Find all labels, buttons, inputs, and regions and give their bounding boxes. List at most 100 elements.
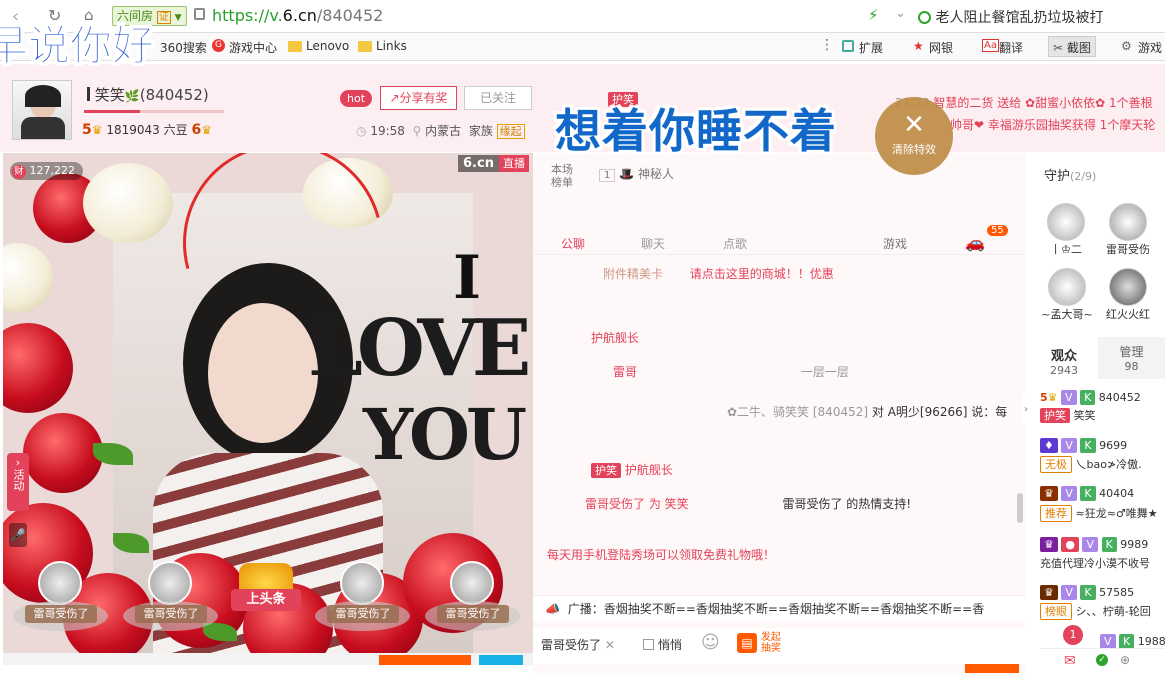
list-item[interactable]: 无极 乀bao≯冷傲. — [1040, 456, 1142, 476]
toolbar-screenshot[interactable]: ✂ 截图 — [1048, 36, 1096, 57]
collapse-arrow-icon[interactable]: › — [1022, 395, 1030, 425]
bookmarks-bar: 360搜索 G 游戏中心 Lenovo Links ⋮ 扩展 ★ 网银 Aa 翻… — [0, 33, 1165, 61]
family-label: 家族 — [468, 124, 493, 138]
leaf-icon: 🌿 — [124, 89, 140, 103]
bottom-toolbar — [3, 653, 533, 665]
streamer-name: 笑笑 — [94, 86, 125, 104]
bank-icon: ★ — [913, 39, 924, 53]
headline-button[interactable]: 上头条 — [231, 563, 301, 621]
list-item[interactable]: ♦ V K 9699 — [1040, 438, 1127, 458]
accelerate-icon[interactable]: ⚡ — [868, 6, 879, 24]
news-item-2[interactable]: 帅哥❤ 幸福游乐园抽奖获得 1个摩天轮 — [950, 118, 1155, 132]
list-item[interactable]: 榜眼 シ、、柠萌-轮回 — [1040, 603, 1151, 623]
send-button[interactable] — [965, 664, 1019, 673]
chevron-down-icon: ▼ — [174, 13, 182, 23]
search-icon — [918, 11, 931, 24]
list-item[interactable]: 推荐 ≈狂龙≈♂唯舞★ — [1040, 505, 1158, 525]
bookmark-360-search[interactable]: 360搜索 — [160, 39, 207, 56]
chat-scrollbar[interactable] — [1017, 493, 1023, 523]
list-item[interactable]: ♛ V K 40404 — [1040, 486, 1134, 506]
seat-2[interactable]: 雷哥受伤了 — [123, 561, 218, 631]
tab-chat[interactable]: 聊天 — [641, 235, 665, 252]
tab-song[interactable]: 点歌 — [723, 235, 747, 252]
mystery-user[interactable]: 1 🎩 神秘人 — [599, 165, 674, 182]
toolbar-translate[interactable]: 翻译 — [999, 39, 1023, 56]
chat-message: 雷哥 一层一层 — [613, 365, 849, 379]
wealth-value: 127,222 — [29, 164, 76, 177]
whisper-toggle[interactable]: 悄悄 — [643, 636, 682, 653]
guard-header: 守护(2/9) — [1044, 169, 1097, 184]
close-icon: ✕ — [903, 110, 925, 140]
chat-input-toolbar: 雷哥受伤了 ✕ 悄悄 ☺ ▤ 发起抽奖 — [533, 628, 1025, 664]
location-icon: ⚲ — [412, 124, 422, 138]
bookmark-lenovo[interactable]: Lenovo — [306, 39, 349, 53]
crown-icon: ♛ — [91, 123, 103, 137]
news-item-1[interactable]: 智慧的二货 送给 ✿甜蜜小依依✿ 1个善根 — [933, 96, 1152, 110]
url-input[interactable]: https://v.6.cn/840452 — [212, 6, 383, 26]
share-button[interactable]: ↗分享有奖 — [380, 86, 457, 110]
hat-icon: 🎩 — [619, 167, 635, 181]
microphone-icon[interactable]: 🎤 — [9, 523, 27, 547]
hot-badge: hot — [340, 90, 373, 107]
guard-item[interactable]: 红火火红 — [1100, 268, 1156, 322]
extensions-icon — [842, 40, 854, 52]
rank-tab[interactable]: 本场 榜单 — [551, 163, 573, 189]
activity-tab[interactable]: › 活动 — [7, 453, 29, 511]
chat-system-message: 每天用手机登陆秀场可以领取免费礼物哦！ — [547, 548, 776, 562]
tab-game[interactable]: 游戏 — [883, 235, 907, 252]
toolbar-extensions[interactable]: 扩展 — [859, 39, 883, 56]
checkbox[interactable] — [643, 639, 654, 650]
level-badge: 5 — [82, 122, 92, 138]
site-logo: 6.cn 直播 — [458, 155, 529, 175]
seat-1[interactable]: 雷哥受伤了 — [13, 561, 108, 631]
chevron-down-icon[interactable]: ⌄ — [895, 6, 906, 21]
video-player[interactable]: I LOVE YOU 财 127,222 6.cn 直播 › 活动 🎤 雷哥受伤了… — [3, 153, 533, 665]
toolbar-game[interactable]: 游戏 — [1138, 39, 1162, 56]
target-user-chip[interactable]: 雷哥受伤了 ✕ — [541, 636, 615, 653]
seat-label: 雷哥受伤了 — [327, 605, 399, 623]
room-id: (840452) — [139, 86, 209, 104]
car-icon[interactable]: 🚗 — [965, 233, 985, 252]
lock-icon — [194, 8, 205, 20]
list-item[interactable]: 护笑 笑笑 — [1040, 407, 1096, 427]
bookmark-links[interactable]: Links — [376, 39, 407, 53]
clear-effect-button[interactable]: ✕ 清除特效 — [875, 97, 953, 175]
check-icon[interactable]: ✓ — [1096, 654, 1108, 666]
list-item[interactable]: 充值代理冷小漠不收号 — [1040, 555, 1150, 575]
clock-icon: ◷ — [356, 124, 367, 138]
guard-item[interactable]: 雷哥受伤 — [1100, 203, 1156, 257]
tab-admin[interactable]: 管理 98 — [1098, 337, 1165, 379]
close-icon[interactable]: ✕ — [605, 638, 615, 652]
crown-icon: ♛ — [1047, 391, 1058, 404]
list-item[interactable]: ♛ V K 57585 — [1040, 585, 1134, 605]
avatar[interactable] — [12, 80, 72, 140]
lottery-button[interactable]: ▤ 发起抽奖 — [737, 632, 787, 654]
guard-item[interactable]: 丨♔二 — [1044, 203, 1088, 257]
emoji-icon[interactable]: ☺ — [701, 632, 720, 653]
bean-count: 1819043 六豆 — [106, 123, 188, 137]
wealth-icon: 财 — [12, 165, 26, 179]
toolbar-bank[interactable]: 网银 — [929, 39, 953, 56]
level-row: 5♛ 1819043 六豆 6♛ — [82, 121, 212, 138]
love-text-love: LOVE — [308, 303, 531, 394]
streamer-name-row: 笑笑🌿(840452) — [87, 84, 209, 105]
chat-promo[interactable]: 附件精美卡 请点击这里的商城！！优惠 — [603, 265, 1023, 282]
list-item[interactable]: ♛ ● V K 9989 — [1040, 537, 1148, 557]
seat-3[interactable]: 雷哥受伤了 — [315, 561, 410, 631]
follow-button[interactable]: 已关注 — [464, 86, 532, 110]
bottom-status-bar: ✉ 1 ✓ ⊕ — [1040, 625, 1165, 674]
family-name[interactable]: 缘起 — [496, 124, 525, 139]
zoom-icon[interactable]: ⊕ — [1120, 653, 1130, 667]
avatar — [1048, 268, 1086, 306]
broadcast-icon: 📣 — [545, 602, 560, 616]
cert-badge: 证 — [156, 11, 171, 24]
bookmark-game-center[interactable]: 游戏中心 — [229, 39, 277, 56]
tab-public[interactable]: 公聊 — [561, 235, 585, 252]
seat-4[interactable]: 雷哥受伤了 — [425, 561, 520, 631]
tab-audience[interactable]: 观众 2943 — [1030, 337, 1098, 379]
guard-item[interactable]: ~孟大哥~ — [1040, 268, 1094, 322]
more-icon[interactable]: ⋮ — [820, 37, 834, 53]
search-suggestion[interactable]: 老人阻止餐馆乱扔垃圾被打 — [918, 7, 1103, 27]
live-time: 19:58 — [370, 124, 405, 138]
mail-icon[interactable]: ✉ — [1064, 653, 1076, 669]
